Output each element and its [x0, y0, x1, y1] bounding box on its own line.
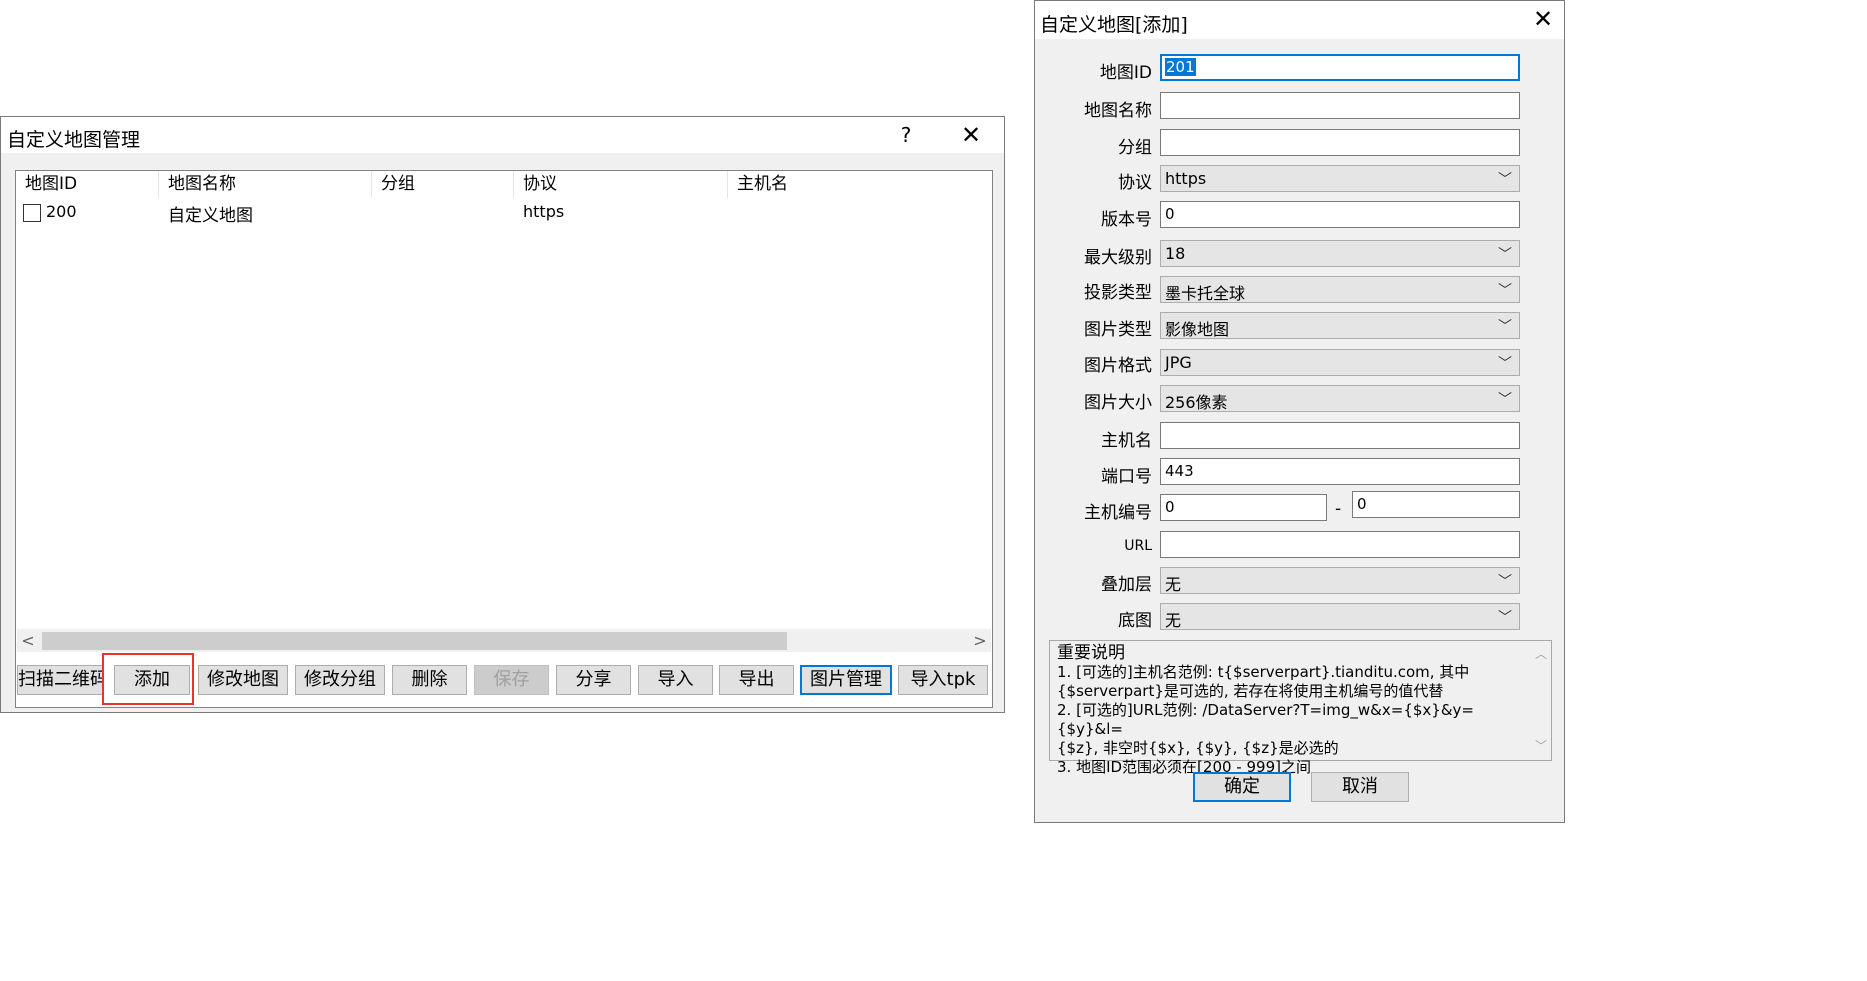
ok-button[interactable]: 确定 — [1193, 772, 1291, 802]
map-id-input[interactable]: 201 — [1160, 54, 1520, 81]
version-label: 版本号 — [1101, 210, 1152, 230]
image-size-label: 图片大小 — [1084, 393, 1152, 413]
scrollbar-thumb[interactable] — [42, 632, 787, 650]
url-input[interactable] — [1160, 531, 1520, 558]
group-label: 分组 — [1118, 138, 1152, 158]
chevron-down-icon: ﹀ — [1498, 574, 1512, 590]
port-input[interactable]: 443 — [1160, 458, 1520, 485]
base-map-value: 无 — [1165, 611, 1182, 630]
image-type-select[interactable]: 影像地图 ﹀ — [1160, 312, 1520, 339]
port-label: 端口号 — [1101, 467, 1152, 487]
map-id-label: 地图ID — [1099, 63, 1152, 83]
max-level-label: 最大级别 — [1084, 248, 1152, 268]
help-button[interactable]: ? — [889, 123, 923, 149]
image-format-select[interactable]: JPG ﹀ — [1160, 349, 1520, 376]
scan-qr-button[interactable]: 扫描二维码 — [17, 665, 104, 695]
notes-line: 2. [可选的]URL范例: /DataServer?T=img_w&x={$x… — [1057, 701, 1474, 738]
map-id-value: 201 — [1165, 58, 1196, 76]
column-header-host[interactable]: 主机名 — [728, 171, 992, 198]
map-manager-window: 自定义地图管理 ? ✕ 地图ID 地图名称 分组 协议 主机名 200 自定义地… — [0, 116, 1005, 713]
title-bar: 自定义地图[添加] ✕ — [1035, 1, 1564, 39]
chevron-down-icon: ﹀ — [1498, 172, 1512, 188]
host-number-separator: - — [1335, 499, 1342, 519]
host-input[interactable] — [1160, 422, 1520, 449]
column-header-map-id[interactable]: 地图ID — [16, 171, 159, 198]
title-bar: 自定义地图管理 ? ✕ — [1, 117, 1004, 153]
chevron-down-icon: ﹀ — [1498, 356, 1512, 372]
edit-group-button[interactable]: 修改分组 — [295, 665, 385, 695]
chevron-down-icon: ﹀ — [1498, 319, 1512, 335]
column-header-map-name[interactable]: 地图名称 — [159, 171, 372, 198]
notes-line: {$serverpart}是可选的, 若存在将使用主机编号的值代替 — [1057, 682, 1444, 700]
image-manage-button[interactable]: 图片管理 — [800, 665, 892, 695]
max-level-value: 18 — [1165, 244, 1186, 263]
scroll-right-icon[interactable]: > — [969, 629, 991, 652]
window-title: 自定义地图管理 — [7, 129, 141, 151]
edit-map-button[interactable]: 修改地图 — [198, 665, 288, 695]
projection-select[interactable]: 墨卡托全球 ﹀ — [1160, 276, 1520, 303]
dialog-title: 自定义地图[添加] — [1040, 14, 1188, 36]
overlay-select[interactable]: 无 ﹀ — [1160, 567, 1520, 594]
url-label: URL — [1124, 538, 1152, 554]
group-input[interactable] — [1160, 129, 1520, 156]
chevron-down-icon: ﹀ — [1498, 247, 1512, 263]
add-map-dialog: 自定义地图[添加] ✕ 地图ID 201 地图名称 分组 协议 https ﹀ … — [1034, 0, 1565, 823]
horizontal-scrollbar[interactable]: < > — [17, 629, 991, 652]
base-map-label: 底图 — [1118, 611, 1152, 631]
host-number-from-input[interactable]: 0 — [1160, 494, 1327, 521]
row-checkbox[interactable] — [23, 204, 41, 222]
delete-button[interactable]: 删除 — [392, 665, 467, 695]
close-button[interactable]: ✕ — [1523, 5, 1563, 35]
import-button[interactable]: 导入 — [638, 665, 713, 695]
chevron-down-icon: ﹀ — [1498, 283, 1512, 299]
image-format-label: 图片格式 — [1084, 356, 1152, 376]
save-button[interactable]: 保存 — [474, 665, 549, 695]
add-button[interactable]: 添加 — [114, 665, 190, 695]
map-name-input[interactable] — [1160, 92, 1520, 119]
cell-protocol: https — [523, 202, 565, 221]
notes-line: {$z}, 非空时{$x}, {$y}, {$z}是必选的 — [1057, 739, 1339, 757]
image-size-select[interactable]: 256像素 ﹀ — [1160, 385, 1520, 412]
host-number-label: 主机编号 — [1084, 503, 1152, 523]
base-map-select[interactable]: 无 ﹀ — [1160, 603, 1520, 630]
protocol-label: 协议 — [1118, 173, 1152, 193]
version-input[interactable]: 0 — [1160, 201, 1520, 228]
notes-heading: 重要说明 — [1057, 643, 1125, 663]
share-button[interactable]: 分享 — [556, 665, 631, 695]
map-list[interactable]: 地图ID 地图名称 分组 协议 主机名 200 自定义地图 https < > — [15, 170, 993, 708]
chevron-down-icon: ﹀ — [1498, 392, 1512, 408]
max-level-select[interactable]: 18 ﹀ — [1160, 240, 1520, 267]
map-name-label: 地图名称 — [1084, 101, 1152, 121]
column-header-group[interactable]: 分组 — [372, 171, 514, 198]
cell-map-id: 200 — [46, 202, 77, 221]
cancel-button[interactable]: 取消 — [1311, 772, 1409, 802]
cell-map-name: 自定义地图 — [168, 206, 253, 226]
projection-value: 墨卡托全球 — [1165, 284, 1246, 303]
notes-line: 1. [可选的]主机名范例: t{$serverpart}.tianditu.c… — [1057, 663, 1470, 681]
image-type-value: 影像地图 — [1165, 320, 1230, 339]
export-button[interactable]: 导出 — [719, 665, 794, 695]
host-number-to-input[interactable]: 0 — [1352, 491, 1520, 518]
projection-label: 投影类型 — [1084, 283, 1152, 303]
image-format-value: JPG — [1165, 353, 1192, 372]
scroll-down-icon[interactable]: ﹀ — [1535, 737, 1547, 756]
protocol-value: https — [1165, 169, 1207, 188]
host-label: 主机名 — [1101, 431, 1152, 451]
overlay-value: 无 — [1165, 575, 1182, 594]
protocol-select[interactable]: https ﹀ — [1160, 165, 1520, 192]
notes-textarea[interactable]: 重要说明 1. [可选的]主机名范例: t{$serverpart}.tiand… — [1049, 640, 1552, 776]
image-type-label: 图片类型 — [1084, 320, 1152, 340]
scroll-up-icon[interactable]: ︿ — [1535, 645, 1547, 664]
overlay-label: 叠加层 — [1101, 575, 1152, 595]
chevron-down-icon: ﹀ — [1498, 610, 1512, 626]
close-button[interactable]: ✕ — [951, 121, 991, 149]
column-header-protocol[interactable]: 协议 — [514, 171, 728, 198]
import-tpk-button[interactable]: 导入tpk — [898, 665, 988, 695]
image-size-value: 256像素 — [1165, 393, 1228, 412]
scroll-left-icon[interactable]: < — [17, 629, 39, 652]
